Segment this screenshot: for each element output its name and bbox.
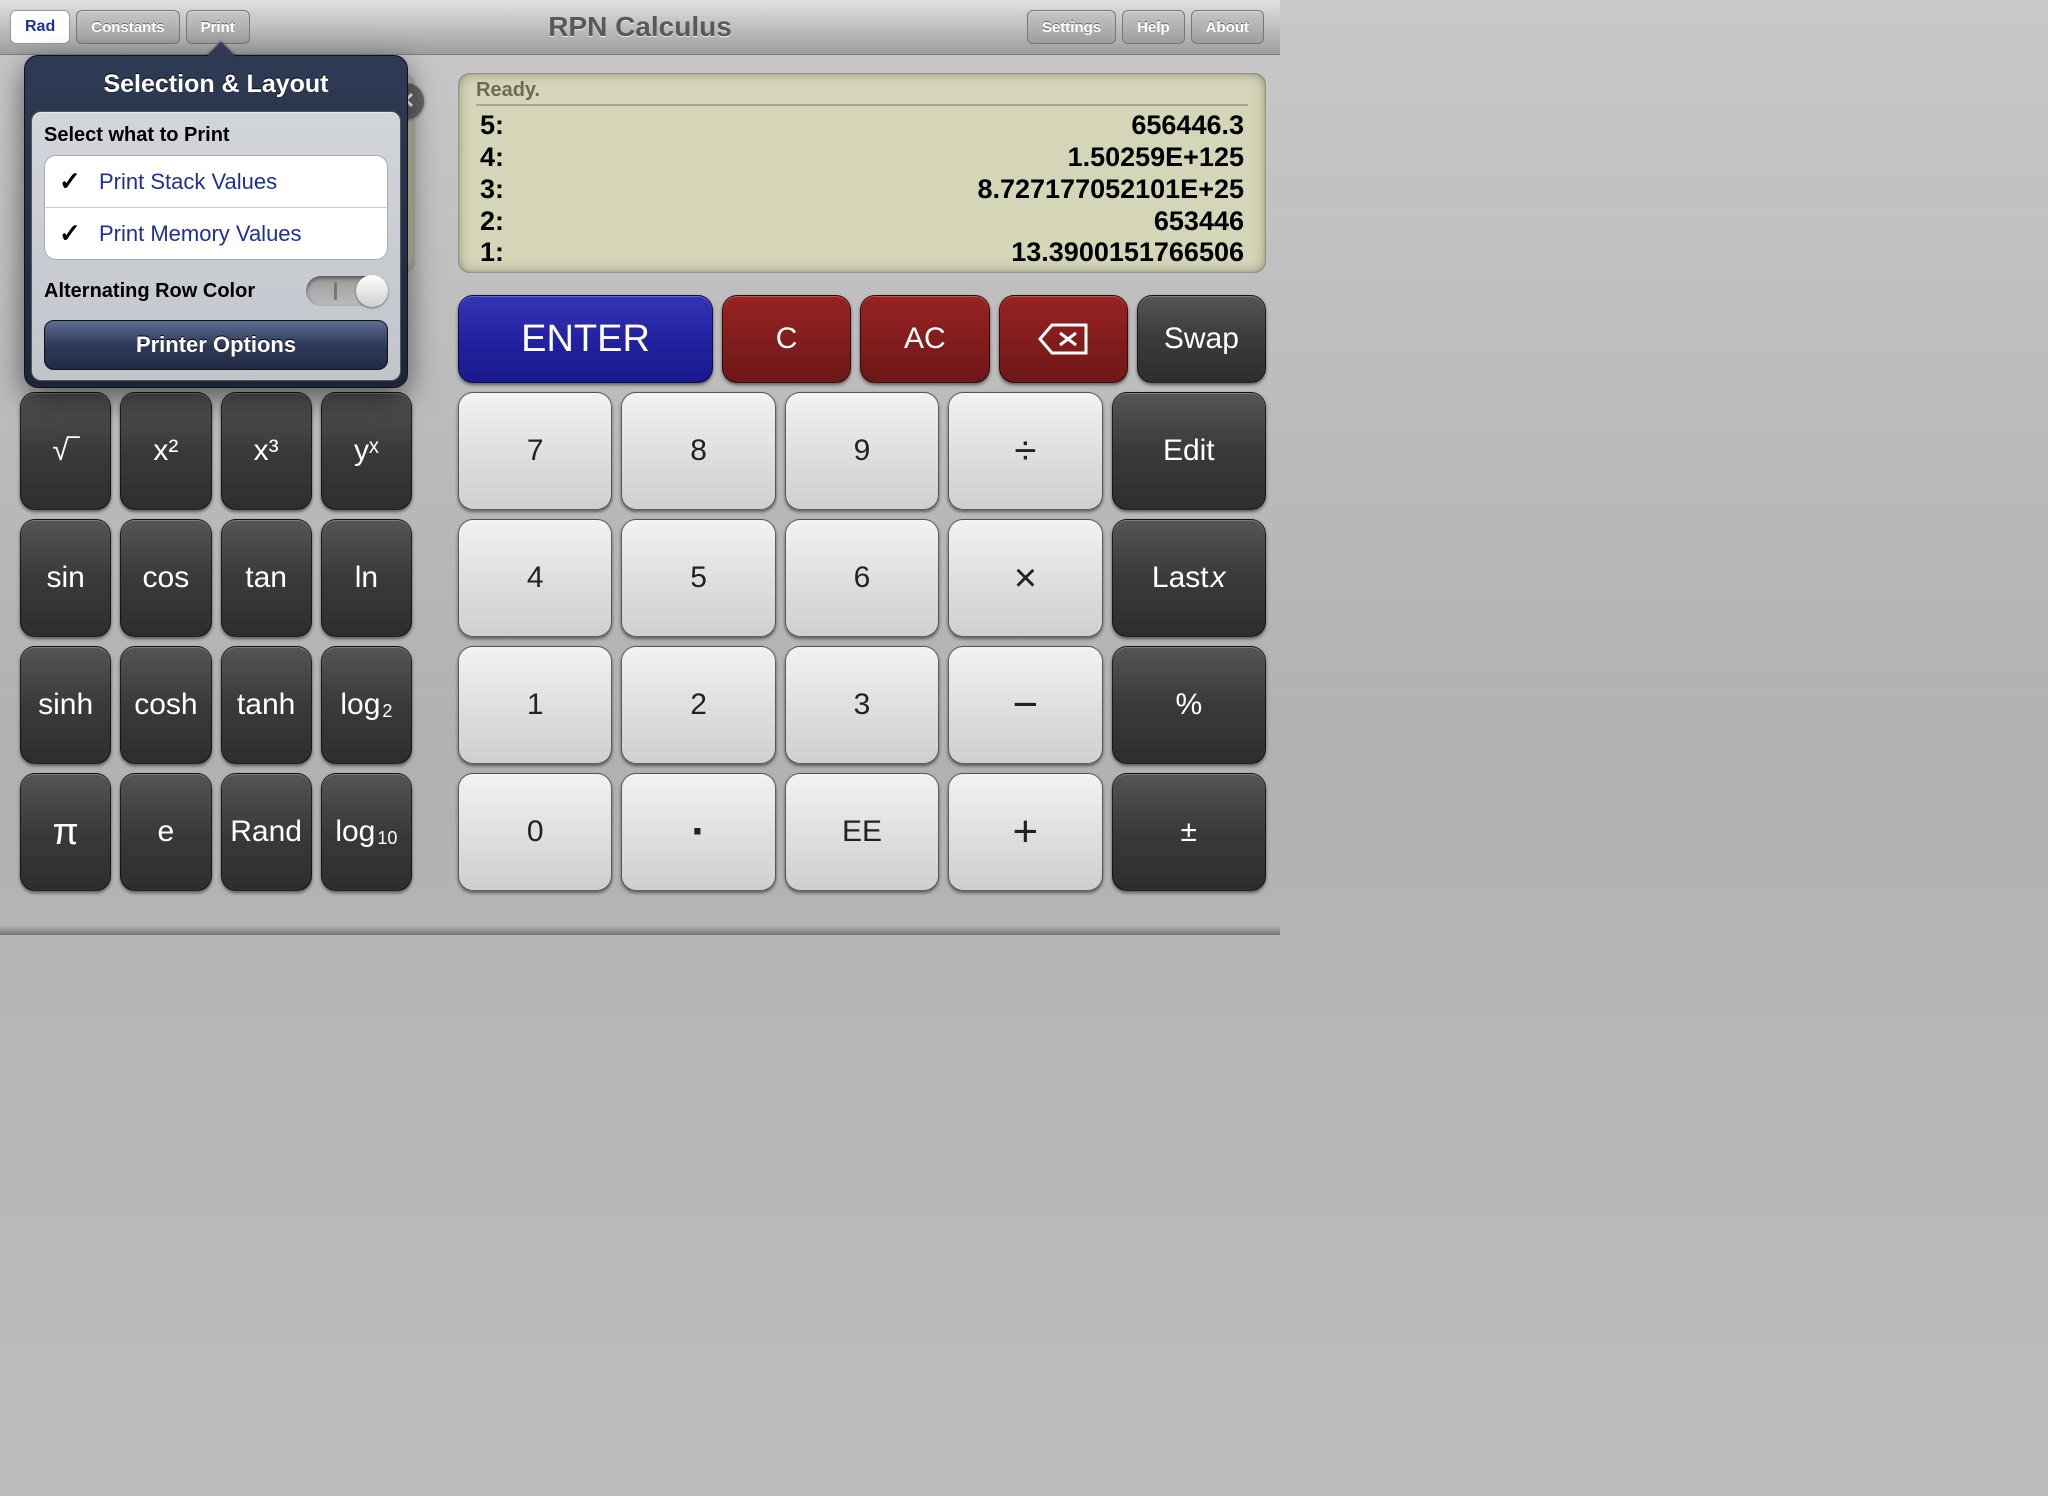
stack-row: 5:656446.3 bbox=[476, 110, 1248, 142]
toggle-label: Alternating Row Color bbox=[44, 280, 255, 303]
digit-5[interactable]: 5 bbox=[621, 519, 775, 637]
tan-key[interactable]: tan bbox=[221, 519, 312, 637]
print-button[interactable]: Print bbox=[186, 10, 250, 44]
e-key[interactable]: e bbox=[120, 773, 211, 891]
toolbar: RPN Calculus Rad Constants Print Setting… bbox=[0, 0, 1280, 55]
digit-2[interactable]: 2 bbox=[621, 646, 775, 764]
printer-options-button[interactable]: Printer Options bbox=[44, 320, 388, 370]
digit-9[interactable]: 9 bbox=[785, 392, 939, 510]
settings-button[interactable]: Settings bbox=[1027, 10, 1116, 44]
ee-key[interactable]: EE bbox=[785, 773, 939, 891]
lastx-key[interactable]: Lastx bbox=[1112, 519, 1266, 637]
all-clear-key[interactable]: AC bbox=[860, 295, 989, 383]
popover-section-label: Select what to Print bbox=[44, 124, 388, 147]
rad-button[interactable]: Rad bbox=[10, 10, 70, 44]
rand-key[interactable]: Rand bbox=[221, 773, 312, 891]
option-label: Print Memory Values bbox=[99, 221, 302, 247]
clear-key[interactable]: C bbox=[722, 295, 851, 383]
swap-key[interactable]: Swap bbox=[1137, 295, 1266, 383]
popover-body: Select what to Print ✓ Print Stack Value… bbox=[31, 111, 401, 381]
digit-6[interactable]: 6 bbox=[785, 519, 939, 637]
print-stack-option[interactable]: ✓ Print Stack Values bbox=[45, 156, 387, 207]
digit-8[interactable]: 8 bbox=[621, 392, 775, 510]
digit-0[interactable]: 0 bbox=[458, 773, 612, 891]
about-button[interactable]: About bbox=[1191, 10, 1264, 44]
numeric-keypad: ENTER C AC Swap 7 8 9 ÷ Edit 4 5 6 × Las… bbox=[458, 295, 1266, 900]
sinh-key[interactable]: sinh bbox=[20, 646, 111, 764]
pi-key[interactable]: π bbox=[20, 773, 111, 891]
log10-key[interactable]: log10 bbox=[321, 773, 412, 891]
help-button[interactable]: Help bbox=[1122, 10, 1185, 44]
cos-key[interactable]: cos bbox=[120, 519, 211, 637]
digit-1[interactable]: 1 bbox=[458, 646, 612, 764]
multiply-key[interactable]: × bbox=[948, 519, 1102, 637]
percent-key[interactable]: % bbox=[1112, 646, 1266, 764]
plus-minus-key[interactable]: ± bbox=[1112, 773, 1266, 891]
enter-key[interactable]: ENTER bbox=[458, 295, 713, 383]
print-options-list: ✓ Print Stack Values ✓ Print Memory Valu… bbox=[44, 155, 388, 260]
stack-row: 4:1.50259E+125 bbox=[476, 142, 1248, 174]
check-icon: ✓ bbox=[59, 218, 89, 249]
alternating-row-toggle-row: Alternating Row Color bbox=[44, 276, 388, 306]
subtract-key[interactable]: − bbox=[948, 646, 1102, 764]
x2-key[interactable]: x² bbox=[120, 392, 211, 510]
sin-key[interactable]: sin bbox=[20, 519, 111, 637]
yx-key[interactable]: yˣ bbox=[321, 392, 412, 510]
add-key[interactable]: + bbox=[948, 773, 1102, 891]
stack-row: 2:653446 bbox=[476, 206, 1248, 238]
constants-button[interactable]: Constants bbox=[76, 10, 179, 44]
backspace-icon bbox=[1038, 323, 1088, 355]
digit-7[interactable]: 7 bbox=[458, 392, 612, 510]
function-keypad: √‾ x² x³ yˣ sin cos tan ln sinh cosh tan… bbox=[20, 392, 412, 891]
popover-arrow-icon bbox=[205, 42, 237, 58]
backspace-key[interactable] bbox=[999, 295, 1128, 383]
tanh-key[interactable]: tanh bbox=[221, 646, 312, 764]
sqrt-key[interactable]: √‾ bbox=[20, 392, 111, 510]
divide-key[interactable]: ÷ bbox=[948, 392, 1102, 510]
stack-row: 3:8.727177052101E+25 bbox=[476, 174, 1248, 206]
print-memory-option[interactable]: ✓ Print Memory Values bbox=[45, 207, 387, 259]
status-text: Ready. bbox=[476, 79, 1248, 106]
cosh-key[interactable]: cosh bbox=[120, 646, 211, 764]
alternating-row-toggle[interactable] bbox=[306, 276, 388, 306]
stack-display: Ready. 5:656446.3 4:1.50259E+125 3:8.727… bbox=[458, 73, 1266, 273]
decimal-key[interactable]: · bbox=[621, 773, 775, 891]
stack-row: 1:13.3900151766506 bbox=[476, 237, 1248, 269]
digit-3[interactable]: 3 bbox=[785, 646, 939, 764]
log2-key[interactable]: log2 bbox=[321, 646, 412, 764]
option-label: Print Stack Values bbox=[99, 169, 277, 195]
ln-key[interactable]: ln bbox=[321, 519, 412, 637]
popover-title: Selection & Layout bbox=[25, 56, 407, 111]
digit-4[interactable]: 4 bbox=[458, 519, 612, 637]
print-popover: Selection & Layout Select what to Print … bbox=[24, 55, 408, 388]
edit-key[interactable]: Edit bbox=[1112, 392, 1266, 510]
x3-key[interactable]: x³ bbox=[221, 392, 312, 510]
check-icon: ✓ bbox=[59, 166, 89, 197]
